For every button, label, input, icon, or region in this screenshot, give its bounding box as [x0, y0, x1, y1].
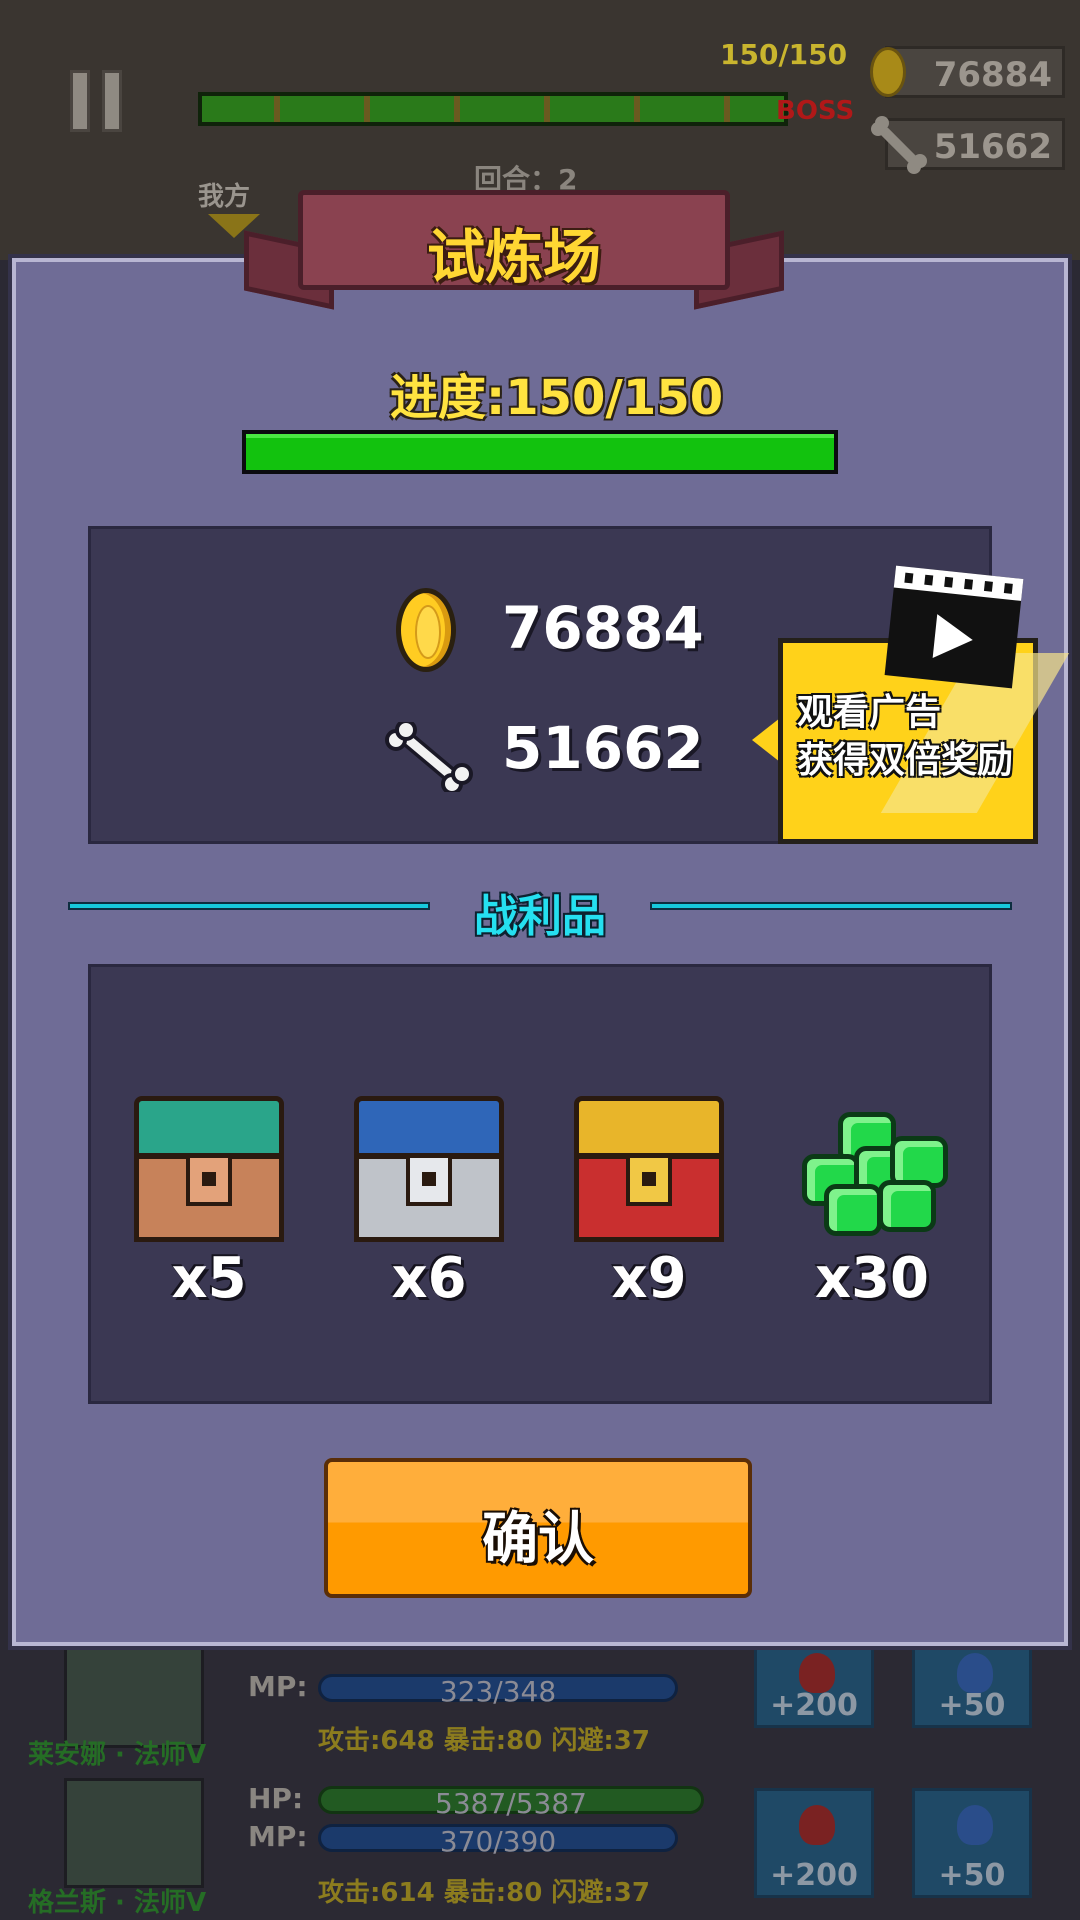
hero-avatar[interactable]: [64, 1778, 204, 1888]
boss-progress-text: 150/150: [720, 38, 848, 71]
red-potion-icon: [799, 1805, 835, 1845]
dialog-title: 试炼场: [426, 223, 601, 291]
hero-row: 莱安娜 · 法师Ⅴ MP: 323/348 攻击:648 暴击:80 闪避:37…: [0, 1638, 1080, 1770]
hud-coin-counter: 76884: [870, 46, 1065, 98]
mp-label: MP:: [248, 1820, 308, 1853]
mp-potion-button[interactable]: +50: [912, 1646, 1032, 1728]
bronze-chest-icon: [134, 1096, 284, 1242]
mp-value: 323/348: [439, 1675, 557, 1708]
video-clapperboard-icon: [884, 565, 1024, 689]
gold-chest-icon: [574, 1096, 724, 1242]
chest-lid: [574, 1096, 724, 1158]
pause-button[interactable]: [70, 70, 126, 132]
clapper-top: [893, 565, 1024, 601]
hp-label: HP:: [248, 1782, 304, 1815]
hero-row: 格兰斯 · 法师Ⅴ HP: 5387/5387 MP: 370/390 攻击:6…: [0, 1778, 1080, 1918]
coin-icon: [870, 47, 906, 97]
bar-segment: [364, 96, 370, 122]
loot-count: x30: [814, 1246, 930, 1311]
hud-coin-value: 76884: [933, 55, 1052, 95]
blue-potion-icon: [957, 1653, 993, 1693]
hero-stats: 攻击:648 暴击:80 闪避:37: [318, 1726, 650, 1756]
hp-value: 5387/5387: [435, 1787, 587, 1820]
hero-name: 莱安娜 · 法师Ⅴ: [28, 1740, 207, 1770]
hp-potion-button[interactable]: +200: [754, 1646, 874, 1728]
confirm-button-label: 确认: [482, 1507, 594, 1572]
our-side-label: 我方: [198, 182, 251, 212]
loot-label: 战利品: [474, 891, 606, 942]
silver-chest-icon: [354, 1096, 504, 1242]
chest-lock: [626, 1154, 672, 1206]
pause-icon-bar: [102, 70, 122, 132]
hp-potion-amount: +200: [770, 1688, 858, 1723]
chest-lid: [134, 1096, 284, 1158]
bar-segment: [544, 96, 550, 122]
loot-divider-right: [650, 902, 1012, 910]
mp-potion-amount: +50: [938, 1688, 1006, 1723]
bar-segment: [454, 96, 460, 122]
hero-name: 格兰斯 · 法师Ⅴ: [28, 1888, 207, 1918]
mp-label: MP:: [248, 1670, 308, 1703]
pause-icon: [70, 70, 90, 132]
hero-avatar[interactable]: [64, 1638, 204, 1748]
loot-count: x6: [391, 1246, 467, 1311]
ad-pointer: [752, 718, 780, 762]
hp-bar: 5387/5387: [318, 1786, 704, 1820]
ad-line-1: 观看广告: [797, 692, 942, 733]
blue-potion-icon: [957, 1805, 993, 1845]
hp-potion-amount: +200: [770, 1858, 858, 1893]
bone-icon: [385, 722, 473, 792]
progress-fill: [246, 434, 834, 470]
bar-segment: [634, 96, 640, 122]
hp-potion-button[interactable]: +200: [754, 1788, 874, 1898]
bar-segment: [274, 96, 280, 122]
coin-icon: [396, 588, 456, 672]
mp-bar: 323/348: [318, 1674, 678, 1708]
hero-stats: 攻击:614 暴击:80 闪避:37: [318, 1878, 650, 1908]
mp-potion-amount: +50: [938, 1858, 1006, 1893]
loot-divider-left: [68, 902, 430, 910]
chest-lid: [354, 1096, 504, 1158]
gems-icon: [794, 1106, 950, 1238]
ad-line-2: 获得双倍奖励: [797, 740, 1014, 781]
hud-bone-counter: 51662: [871, 116, 1065, 174]
progress-text: 进度:150/150: [390, 370, 724, 426]
boss-label: BOSS: [776, 96, 855, 126]
bone-icon: [871, 116, 927, 174]
confirm-button[interactable]: 确认: [324, 1458, 752, 1598]
coin-reward-value: 76884: [502, 594, 704, 662]
bar-segment: [724, 96, 730, 122]
chest-lock: [406, 1154, 452, 1206]
boss-progress-bar: [198, 92, 788, 126]
loot-count: x5: [171, 1246, 247, 1311]
mp-potion-button[interactable]: +50: [912, 1788, 1032, 1898]
red-potion-icon: [799, 1653, 835, 1693]
bone-reward-value: 51662: [502, 714, 704, 782]
chest-lock: [186, 1154, 232, 1206]
mp-bar: 370/390: [318, 1824, 678, 1858]
progress-bar: [242, 430, 838, 474]
mp-value: 370/390: [439, 1825, 557, 1858]
hud-bone-value: 51662: [933, 127, 1052, 167]
play-icon: [932, 614, 976, 662]
boss-progress-fill: [202, 96, 784, 122]
loot-count: x9: [611, 1246, 687, 1311]
watch-ad-double-reward-button[interactable]: 观看广告 获得双倍奖励: [752, 565, 1070, 844]
